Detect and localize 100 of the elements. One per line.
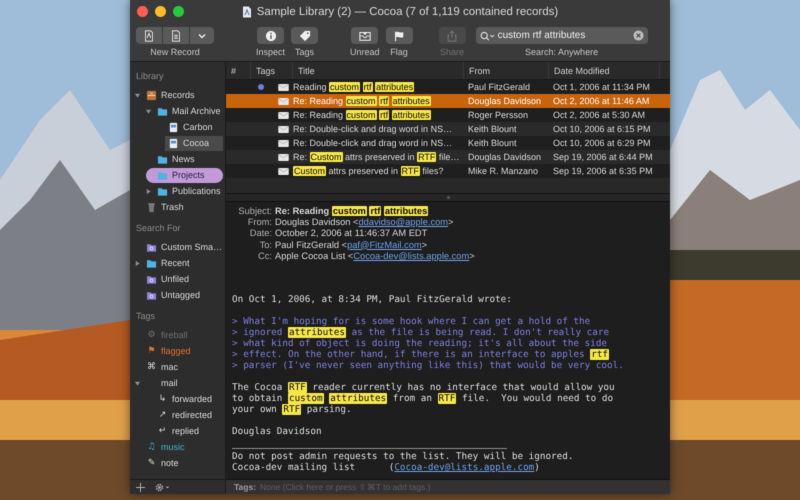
tag-icon bbox=[298, 30, 311, 42]
table-row[interactable]: Custom attrs preserved in RTF files? Mike R. Manzano Sep 19, 2006 at 6:35 PM bbox=[226, 164, 670, 178]
email-link[interactable]: ddavidso@apple.com bbox=[358, 217, 448, 228]
address-text: Paul FitzGerald <paf@FitzMail.com> bbox=[275, 240, 428, 251]
flag-icon bbox=[393, 30, 406, 42]
sidebar-item[interactable]: Custom Sma… bbox=[143, 240, 223, 254]
collapsed-triangle-icon[interactable] bbox=[145, 188, 152, 194]
table-cell-text: Douglas Davidson bbox=[467, 95, 542, 108]
address-text: Douglas Davidson <ddavidso@apple.com> bbox=[275, 217, 454, 228]
folder-icon bbox=[146, 258, 157, 268]
sidebar-item[interactable]: mail bbox=[143, 376, 223, 390]
body-text: Douglas Davidson bbox=[232, 426, 323, 438]
address-text: Apple Cocoa List <Cocoa-dev@lists.apple.com> bbox=[275, 250, 476, 262]
section-header: Tags bbox=[135, 310, 156, 323]
sidebar-item[interactable]: ⌘ mac bbox=[143, 360, 223, 374]
toolbar-label: Flag bbox=[390, 47, 408, 57]
header-label: To: bbox=[258, 240, 272, 251]
table-row[interactable]: Re: Reading custom rtf attributes Roger Persson Oct 2, 2006 at 5:30 AM bbox=[226, 108, 670, 122]
trash-icon bbox=[146, 202, 157, 212]
search-field[interactable]: custom rtf attributes bbox=[476, 27, 648, 44]
column-header[interactable]: Title bbox=[293, 62, 464, 79]
sidebar-item[interactable]: ✎ note bbox=[143, 456, 223, 470]
column-header[interactable]: Tags bbox=[251, 62, 293, 79]
table-cell-text: Oct 2, 2006 at 5:30 AM bbox=[552, 109, 646, 122]
email-link[interactable]: Cocoa-dev@lists.apple.com bbox=[353, 250, 470, 261]
sidebar-item[interactable]: Projects bbox=[146, 168, 223, 182]
clear-icon[interactable] bbox=[632, 30, 644, 41]
smart-folder-icon bbox=[146, 290, 157, 300]
new-note-button[interactable] bbox=[163, 27, 189, 44]
window-title: Sample Library (2) — Cocoa (7 of 1,119 contained records) bbox=[256, 6, 558, 18]
table-cell: Re: Reading custom rtf attributes bbox=[293, 96, 431, 106]
add-icon[interactable] bbox=[136, 482, 145, 492]
search-scope-label: Search: Anywhere bbox=[525, 47, 598, 57]
sidebar-item[interactable]: Trash bbox=[143, 200, 223, 214]
sidebar-item[interactable]: Records bbox=[143, 88, 223, 102]
column-header[interactable]: Date Modified bbox=[549, 62, 660, 79]
table-cell-text: Oct 10, 2006 at 6:29 PM bbox=[552, 137, 652, 150]
close-button[interactable] bbox=[137, 6, 148, 17]
sidebar-item[interactable]: Mail Archive bbox=[154, 104, 223, 118]
sidebar-item[interactable]: ♫ music bbox=[143, 440, 223, 454]
smart-folder-icon bbox=[146, 242, 157, 252]
gear-icon[interactable] bbox=[155, 482, 171, 492]
table-row[interactable]: Re: Double-click and drag word in NS… Keith Blount Oct 10, 2006 at 6:29 PM bbox=[226, 136, 670, 150]
sidebar-item[interactable]: ↳ forwarded bbox=[154, 392, 223, 406]
pencil-icon: ✎ bbox=[146, 458, 157, 468]
document-icon bbox=[170, 30, 182, 42]
toolbar-label: Share bbox=[440, 47, 464, 57]
table-cell-text: Keith Blount bbox=[467, 123, 518, 136]
new-document-button[interactable] bbox=[136, 27, 162, 44]
table-cell-text: Oct 10, 2006 at 6:15 PM bbox=[552, 123, 652, 136]
table-cell: Re: Double-click and drag word in NS… bbox=[293, 124, 452, 134]
minimize-button[interactable] bbox=[155, 6, 166, 17]
expanded-triangle-icon[interactable] bbox=[145, 108, 152, 114]
folder-icon bbox=[157, 106, 168, 116]
sidebar-item[interactable]: Carbon bbox=[165, 120, 223, 134]
email-link[interactable]: Cocoa-dev@lists.apple.com bbox=[394, 462, 534, 474]
command-icon: ⌘ bbox=[146, 362, 157, 372]
sidebar-item[interactable]: Recent bbox=[143, 256, 223, 270]
splitter-handle[interactable] bbox=[446, 196, 450, 199]
tags-button[interactable] bbox=[291, 27, 318, 44]
sidebar-item[interactable]: Cocoa bbox=[165, 136, 223, 150]
zoom-button[interactable] bbox=[173, 6, 184, 17]
document-icon bbox=[143, 30, 155, 42]
toolbar-label: New Record bbox=[150, 47, 200, 57]
section-header: Search For bbox=[135, 222, 182, 235]
table-cell: Re: Custom attrs preserved in RTF file… bbox=[293, 152, 460, 162]
sidebar-item[interactable]: ↵ replied bbox=[154, 424, 223, 438]
sidebar-item[interactable]: ⚑ flagged bbox=[143, 344, 223, 358]
collapsed-triangle-icon[interactable] bbox=[134, 260, 141, 266]
arrow-icon: ↳ bbox=[157, 394, 168, 404]
quoted-text: > What I'm hoping for is some hook where I can get a hold of the > ignored attributes as the file is being read. I don't really care > what kind of object is doing the reading; it's all about the side > effect. On the other hand, if there is an interface to apples rtf > parser (I've never seen anything like this) that would be very cool. bbox=[232, 316, 625, 372]
column-header[interactable]: # bbox=[226, 62, 251, 79]
table-row[interactable]: Re: Reading custom rtf attributes Douglas Davidson Oct 2, 2006 at 11:46 AM bbox=[226, 94, 670, 108]
expanded-triangle-icon[interactable] bbox=[134, 380, 141, 386]
column-header[interactable]: From bbox=[464, 62, 549, 79]
table-cell-text: Oct 2, 2006 at 11:46 AM bbox=[552, 95, 650, 108]
date-text: October 2, 2006 at 11:46:37 AM EDT bbox=[275, 228, 428, 240]
subject-text: Re: Reading custom rtf attributes bbox=[275, 206, 430, 218]
table-cell-text: Oct 1, 2006 at 11:34 PM bbox=[552, 81, 651, 94]
folder-icon bbox=[157, 186, 168, 196]
dropdown-button[interactable] bbox=[190, 27, 214, 44]
toolbar-label: Tags bbox=[295, 47, 314, 57]
unread-button[interactable] bbox=[351, 27, 378, 44]
document-icon bbox=[168, 138, 179, 148]
inspect-button[interactable] bbox=[257, 27, 284, 44]
share-icon bbox=[446, 30, 458, 42]
sidebar-item[interactable]: Publications bbox=[154, 184, 223, 198]
flag-button[interactable] bbox=[386, 27, 413, 44]
sidebar-item[interactable]: News bbox=[154, 152, 223, 166]
sidebar-item[interactable]: Unfiled bbox=[143, 272, 223, 286]
expanded-triangle-icon[interactable] bbox=[134, 92, 141, 98]
body-text: The Cocoa RTF reader currently has no interface that would allow you to obtain custom attributes from an RTF file. You would need to do your own RTF parsing. bbox=[232, 382, 616, 416]
email-link[interactable]: paf@FitzMail.com bbox=[347, 240, 422, 250]
table-cell: Re: Double-click and drag word in NS… bbox=[293, 138, 452, 148]
tags-label: Tags: bbox=[234, 482, 256, 492]
sidebar-item[interactable]: Untagged bbox=[143, 288, 223, 302]
table-cell-text: Sep 19, 2006 at 6:35 PM bbox=[552, 165, 654, 178]
sidebar-item[interactable]: ↗ redirected bbox=[154, 408, 223, 422]
table-row[interactable]: Reading custom rtf attributes Paul FitzGerald Oct 1, 2006 at 11:34 PM bbox=[226, 80, 670, 94]
flag-icon: ⚑ bbox=[146, 346, 157, 356]
